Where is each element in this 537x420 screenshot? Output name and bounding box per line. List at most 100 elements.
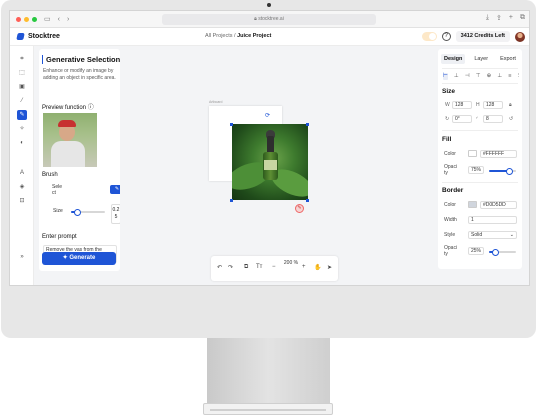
text-size-icon[interactable]: Tт — [256, 264, 262, 270]
border-color-input[interactable]: #D0D5DD — [480, 201, 517, 209]
align-right-icon[interactable]: ⊣ — [465, 73, 470, 80]
fill-color-swatch[interactable] — [468, 150, 477, 157]
brush-tool-button[interactable]: ✎ — [110, 185, 120, 194]
generate-label: Generate — [69, 255, 96, 261]
layers-icon[interactable]: ◈ — [17, 182, 27, 192]
info-icon[interactable]: ⓘ — [86, 105, 94, 111]
width-label: W — [445, 102, 450, 108]
duplicate-icon[interactable]: ⧉ — [244, 264, 248, 271]
redo-icon[interactable]: ↷ — [228, 264, 233, 271]
address-bar[interactable]: 🔒︎ stocktree.ai — [162, 14, 376, 25]
resize-handle-br[interactable] — [306, 199, 309, 202]
sidebar-toggle-icon[interactable]: ▭ — [44, 15, 51, 23]
border-width-input[interactable]: 1 — [468, 216, 517, 224]
new-tab-icon[interactable]: + — [509, 14, 513, 22]
reset-icon[interactable]: ↺ — [509, 116, 513, 122]
credits-badge[interactable]: 3412 Credits Left — [455, 31, 510, 42]
camera-dot — [267, 3, 271, 7]
height-input[interactable]: 128 — [483, 101, 503, 109]
border-color-label: Color — [444, 202, 456, 208]
panel-title: Generative Selection — [42, 55, 120, 64]
color-icon[interactable]: ◐ — [17, 138, 27, 148]
height-label: H — [476, 102, 480, 108]
image-icon[interactable]: ▣ — [17, 82, 27, 92]
upscale-icon[interactable]: ⊡ — [17, 196, 27, 206]
close-window-button[interactable] — [16, 16, 21, 22]
breadcrumb-all-projects[interactable]: All Projects — [205, 33, 233, 39]
align-left-icon[interactable]: ⊢ — [443, 73, 448, 80]
preview-label: Preview function ⓘ — [42, 105, 94, 111]
border-color-swatch[interactable] — [468, 201, 477, 208]
align-top-icon[interactable]: ⊤ — [476, 73, 481, 80]
tab-design[interactable]: Design — [440, 54, 466, 64]
address-text: stocktree.ai — [258, 16, 284, 22]
tool-rail: ⌗ ⬚ ▣ ⁄ ✎ ✧ ◐ A ◈ ⊡ » — [10, 46, 34, 285]
select-icon[interactable]: ⬚ — [17, 68, 27, 78]
border-section-title: Border — [442, 187, 464, 194]
pointer-tool-icon[interactable]: ➤ — [327, 264, 332, 271]
fill-opacity-slider-knob[interactable] — [505, 167, 513, 175]
corner-radius-input[interactable]: 8 — [483, 115, 503, 123]
generate-button[interactable]: ✦ Generate — [42, 252, 116, 265]
expand-rail-icon[interactable]: » — [17, 252, 27, 262]
zoom-in-icon[interactable]: + — [302, 264, 306, 270]
size-slider[interactable] — [71, 208, 105, 216]
zoom-out-icon[interactable]: − — [272, 264, 276, 270]
avatar[interactable] — [515, 31, 525, 42]
rotate-icon[interactable]: ⟳ — [265, 112, 270, 119]
border-style-select[interactable]: Solid ⌄ — [468, 231, 517, 239]
breadcrumb-separator: / — [234, 33, 236, 39]
generative-selection-icon[interactable]: ✎ — [17, 110, 27, 120]
fill-opacity-input[interactable]: 75% — [468, 166, 484, 174]
align-center-h-icon[interactable]: ⊥ — [454, 73, 459, 80]
border-opacity-slider-knob[interactable] — [492, 248, 500, 256]
align-middle-icon[interactable]: ⊕ — [487, 73, 492, 80]
resize-handle-tr[interactable] — [306, 123, 309, 126]
brush-label: Brush — [42, 172, 58, 178]
resize-handle-bl[interactable] — [230, 199, 233, 202]
rotation-input[interactable]: 0° — [452, 115, 472, 123]
forward-icon[interactable]: › — [67, 16, 69, 23]
size-value-input[interactable]: 0.25 — [111, 204, 120, 224]
brand-logo[interactable]: Stocktree — [16, 33, 60, 40]
help-icon[interactable]: ? — [441, 32, 451, 41]
artboard-label: Artboard — [209, 100, 223, 104]
border-opacity-input[interactable]: 25% — [468, 247, 484, 255]
text-icon[interactable]: A — [17, 168, 27, 178]
border-opacity-slider[interactable] — [489, 248, 516, 256]
zoom-level[interactable]: 200 % — [283, 259, 299, 267]
theme-toggle[interactable] — [421, 32, 437, 41]
tab-layer[interactable]: Layer — [471, 54, 491, 64]
properties-panel: Design Layer Export ⊢ ⊥ ⊣ ⊤ ⊕ ⊥ ≡ ⫶ Size… — [438, 49, 522, 269]
download-icon[interactable]: ⤓ — [486, 14, 489, 22]
magic-edit-icon[interactable]: ✧ — [17, 124, 27, 134]
lock-ratio-icon[interactable]: 🔒︎ — [509, 102, 512, 108]
size-slider-knob[interactable] — [74, 208, 82, 216]
share-icon[interactable]: ⇪ — [496, 14, 502, 22]
align-bottom-icon[interactable]: ⊥ — [497, 73, 502, 80]
width-input[interactable]: 128 — [452, 101, 472, 109]
product-image[interactable] — [232, 124, 308, 200]
edit-selection-icon[interactable]: ✎ — [295, 204, 304, 213]
maximize-window-button[interactable] — [32, 16, 37, 22]
undo-icon[interactable]: ↶ — [217, 264, 222, 271]
fill-color-label: Color — [444, 151, 456, 157]
resize-handle-tl[interactable] — [230, 123, 233, 126]
hand-tool-icon[interactable]: ✋ — [314, 264, 321, 271]
border-width-label: Width — [444, 217, 457, 223]
browser-toolbar: ▭ ‹ › 🔒︎ stocktree.ai ⤓ ⇪ + ⧉ — [10, 11, 529, 28]
tabs-overview-icon[interactable]: ⧉ — [520, 14, 525, 22]
distribute-v-icon[interactable]: ⫶ — [518, 73, 519, 80]
tab-export[interactable]: Export — [497, 54, 519, 64]
wand-icon[interactable]: ⁄ — [17, 96, 27, 106]
minimize-window-button[interactable] — [24, 16, 29, 22]
breadcrumb: All Projects / Juice Project — [205, 33, 271, 39]
fill-opacity-slider[interactable] — [489, 167, 516, 175]
fill-color-input[interactable]: #FFFFFF — [480, 150, 517, 158]
crop-icon[interactable]: ⌗ — [17, 54, 27, 64]
fill-opacity-label: Opacity — [444, 164, 458, 176]
back-icon[interactable]: ‹ — [58, 16, 60, 23]
stocktree-logo-icon — [16, 33, 25, 40]
distribute-icon[interactable]: ≡ — [508, 73, 511, 80]
size-section-title: Size — [442, 88, 456, 95]
